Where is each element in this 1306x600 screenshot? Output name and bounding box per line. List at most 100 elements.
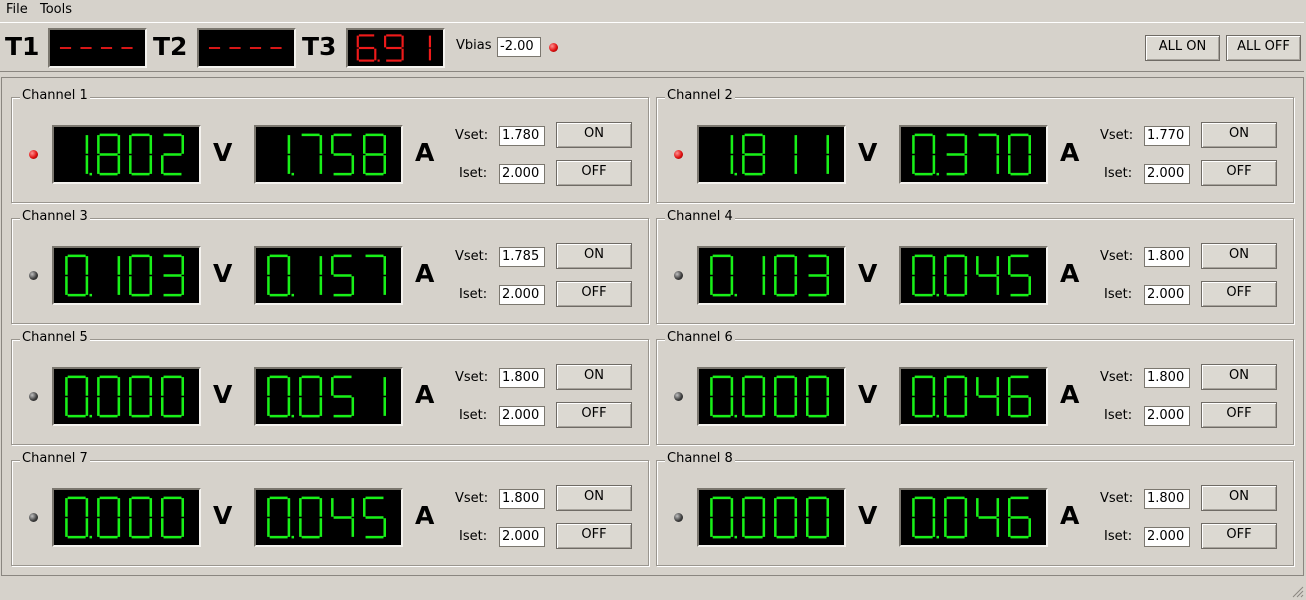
lcd-segment (383, 377, 387, 396)
vset-input[interactable]: 1.800 (499, 489, 545, 509)
channel-off-button[interactable]: OFF (556, 523, 632, 549)
current-digits (267, 375, 387, 418)
iset-input[interactable]: 2.000 (499, 285, 545, 305)
channel-on-button[interactable]: ON (556, 122, 632, 148)
lcd-segment (742, 377, 745, 396)
channel-on-button[interactable]: ON (1201, 243, 1277, 269)
lcd-segment (161, 155, 164, 174)
channel-off-button[interactable]: OFF (556, 402, 632, 428)
status-bar (0, 578, 1306, 600)
lcd-segment (912, 397, 915, 416)
lcd-segment (932, 256, 936, 275)
channel-group: Channel 4 V A Vset: 1.800 Iset: 2.000 ON… (656, 209, 1294, 324)
all-off-button[interactable]: ALL OFF (1226, 35, 1301, 61)
channel-on-button[interactable]: ON (556, 243, 632, 269)
channel-on-button[interactable]: ON (1201, 122, 1277, 148)
lcd-segment (331, 256, 334, 275)
lcd-segment (774, 498, 777, 517)
vbias-input[interactable]: -2.00 (497, 37, 541, 57)
lcd-decimal-point (291, 293, 295, 297)
vset-input[interactable]: 1.785 (499, 247, 545, 267)
lcd-segment (117, 276, 121, 295)
voltage-display (52, 367, 201, 426)
channel-off-button[interactable]: OFF (1201, 523, 1277, 549)
amp-unit: A (415, 501, 435, 530)
vset-input[interactable]: 1.770 (1144, 126, 1190, 146)
lcd-segment (808, 375, 827, 379)
channel-off-button[interactable]: OFF (556, 281, 632, 307)
volt-unit: V (858, 501, 878, 530)
lcd-segment (730, 518, 734, 537)
lcd-segment (808, 496, 827, 500)
amp-unit: A (1060, 501, 1080, 530)
lcd-segment (978, 395, 997, 398)
lcd-segment (267, 498, 270, 517)
channel-off-button[interactable]: OFF (1201, 281, 1277, 307)
lcd-segment (730, 256, 734, 275)
vset-input[interactable]: 1.780 (499, 126, 545, 146)
iset-input[interactable]: 2.000 (1144, 406, 1190, 426)
lcd-segment (117, 397, 121, 416)
current-digits (912, 133, 1032, 176)
menu-file[interactable]: File (6, 2, 28, 17)
lcd-segment (301, 375, 320, 379)
channel-on-button[interactable]: ON (1201, 364, 1277, 390)
lcd-segment (181, 135, 185, 154)
all-on-button[interactable]: ALL ON (1145, 35, 1220, 61)
lcd-segment (1028, 135, 1032, 154)
lcd-segment (99, 535, 118, 539)
channel-group: Channel 3 V A Vset: 1.785 Iset: 2.000 ON… (11, 209, 649, 324)
vset-input[interactable]: 1.800 (1144, 368, 1190, 388)
lcd-segment (163, 172, 182, 176)
lcd-segment (129, 518, 132, 537)
lcd-segment (712, 496, 731, 500)
channel-title: Channel 3 (20, 209, 90, 224)
lcd-segment (776, 414, 795, 418)
lcd-segment (97, 397, 100, 416)
t1-label: T1 (5, 32, 40, 61)
lcd-segment (964, 135, 968, 154)
lcd-segment (331, 135, 334, 154)
lcd-segment (269, 293, 288, 297)
iset-input[interactable]: 2.000 (499, 164, 545, 184)
lcd-segment (356, 48, 359, 61)
status-led-icon (674, 150, 683, 159)
vset-input[interactable]: 1.800 (1144, 489, 1190, 509)
amp-unit: A (1060, 380, 1080, 409)
voltage-digits (65, 375, 185, 418)
lcd-segment (299, 377, 302, 396)
iset-input[interactable]: 2.000 (499, 406, 545, 426)
channel-off-button[interactable]: OFF (1201, 402, 1277, 428)
channel-on-button[interactable]: ON (556, 364, 632, 390)
iset-input[interactable]: 2.000 (1144, 527, 1190, 547)
lcd-segment (946, 293, 965, 297)
vset-input[interactable]: 1.800 (499, 368, 545, 388)
resize-grip-icon[interactable] (1290, 584, 1304, 598)
lcd-segment (914, 172, 933, 176)
channel-title: Channel 8 (665, 451, 735, 466)
lcd-segment (1010, 414, 1029, 418)
channel-on-button[interactable]: ON (556, 485, 632, 511)
lcd-segment (742, 518, 745, 537)
lcd-segment (710, 498, 713, 517)
channel-title: Channel 6 (665, 330, 735, 345)
vset-label: Vset: (455, 249, 489, 264)
channel-on-button[interactable]: ON (1201, 485, 1277, 511)
iset-input[interactable]: 2.000 (1144, 285, 1190, 305)
iset-label: Iset: (459, 529, 488, 544)
menu-tools[interactable]: Tools (40, 2, 72, 17)
lcd-segment (163, 496, 182, 500)
vset-label: Vset: (1100, 370, 1134, 385)
lcd-decimal-point (291, 172, 295, 176)
lcd-segment (774, 377, 777, 396)
iset-input[interactable]: 2.000 (499, 527, 545, 547)
vset-input[interactable]: 1.800 (1144, 247, 1190, 267)
lcd-segment (161, 518, 164, 537)
lcd-segment (826, 135, 830, 154)
lcd-segment (914, 535, 933, 539)
lcd-segment (386, 59, 402, 62)
lcd-segment (149, 518, 153, 537)
channel-off-button[interactable]: OFF (1201, 160, 1277, 186)
channel-off-button[interactable]: OFF (556, 160, 632, 186)
iset-input[interactable]: 2.000 (1144, 164, 1190, 184)
